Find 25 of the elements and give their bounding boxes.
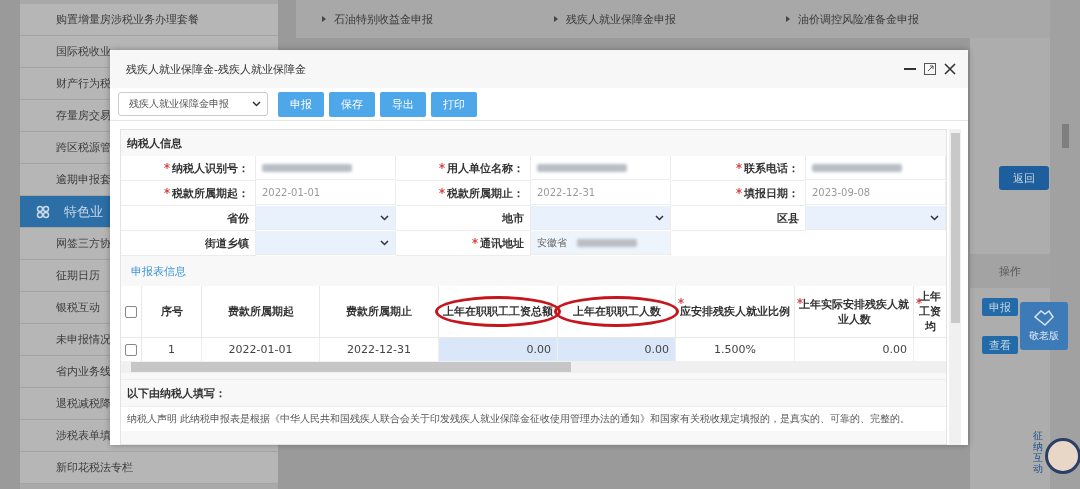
assistant-label: 征纳互动 (1033, 430, 1043, 474)
field-label: 填报日期： (744, 185, 799, 201)
column-header: 上年工资均 (918, 289, 942, 334)
declaration-text: 纳税人声明 此纳税申报表是根据《中华人民共和国残疾人联合会关于印发残疾人就业保障金征收使用管理办法的通知》和国家有关税收规定填报的，是真实的、可靠的、完整的。 (121, 406, 946, 431)
field-label: 通讯地址 (480, 235, 524, 251)
column-header: 费款所属期起 (227, 304, 294, 319)
column-header: 操作 (970, 254, 1050, 288)
column-header: 上年在职职工工资总额 (443, 304, 553, 319)
field-label: 税款所属期起： (172, 185, 249, 201)
field-label: 街道乡镇 (205, 235, 249, 251)
field-label: 地市 (502, 210, 524, 226)
column-header: 应安排残疾人就业比例 (680, 304, 790, 319)
field-label: 区县 (777, 210, 799, 226)
column-header: 上年在职职工人数 (572, 304, 661, 319)
column-header: 费款所属期止 (346, 304, 412, 319)
section-title: 纳税人信息 (126, 135, 183, 152)
window-title: 残疾人就业保障金-残疾人就业保障金 (126, 61, 307, 77)
field-label: 联系电话： (744, 160, 799, 176)
field-label: 用人单位名称： (447, 160, 524, 176)
column-header: 序号 (160, 304, 183, 319)
field-label: 纳税人识别号： (172, 160, 249, 176)
field-label: 省份 (227, 210, 249, 226)
section-title: 申报表信息 (130, 263, 187, 280)
field-label: 税款所属期止： (447, 185, 524, 201)
column-header: 上年实际安排残疾人就业人数 (798, 296, 910, 327)
